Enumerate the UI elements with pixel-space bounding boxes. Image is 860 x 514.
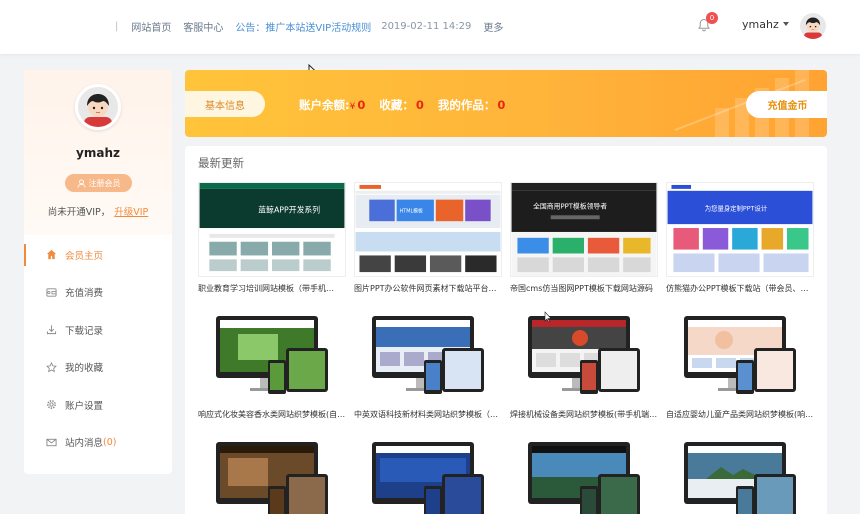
notice-date: 2019-02-11 14:29: [381, 21, 472, 32]
notice-link[interactable]: 公告：推广本站送VIP活动规则: [235, 19, 371, 34]
favorites-label: 收藏：: [379, 98, 414, 112]
wallet-icon: [46, 288, 57, 297]
works-value: 0: [497, 98, 506, 112]
template-title[interactable]: 帝国cms仿当图网PPT模板下载网站源码: [510, 283, 660, 294]
recharge-button[interactable]: 充值金币: [746, 91, 827, 118]
balance-label: 账户余额:: [299, 98, 350, 112]
template-title[interactable]: 响应式化妆美容香水类网站织梦模板(自…: [198, 409, 348, 420]
caret-down-icon: [782, 22, 789, 26]
top-bar: | 网站首页 客服中心 公告：推广本站送VIP活动规则 2019-02-11 1…: [0, 0, 860, 54]
user-menu-name: ymahz: [742, 18, 779, 31]
template-thumbnail[interactable]: [666, 434, 814, 514]
sidebar-item-label: 充值消费: [65, 288, 104, 300]
template-thumbnail[interactable]: HTML模板: [354, 182, 502, 277]
sidebar: ymahz 注册会员 尚未开通VIP， 升级VIP 会员主页 充值消费 下载记录 …: [24, 70, 172, 474]
sidebar-item-label: 我的收藏: [65, 363, 104, 375]
template-thumbnail[interactable]: [510, 434, 658, 514]
thumb-caption: 蓝鲸APP开发系列: [258, 204, 320, 214]
template-thumbnail[interactable]: 为您量身定制PPT设计: [666, 182, 814, 277]
template-thumbnail[interactable]: [354, 434, 502, 514]
sidebar-item-label: 站内消息: [65, 438, 104, 450]
home-icon: [46, 250, 57, 260]
template-thumbnail[interactable]: 蓝鲸APP开发系列: [198, 182, 346, 277]
currency-symbol: ¥: [349, 102, 356, 112]
works-label: 我的作品：: [437, 98, 496, 112]
thumb-caption: HTML模板: [400, 207, 423, 214]
notification-badge: 0: [706, 12, 718, 24]
favorites-stat: 收藏： 0: [379, 97, 424, 113]
user-menu[interactable]: ymahz: [742, 18, 789, 31]
sidebar-item-label: 下载记录: [65, 325, 104, 337]
template-thumbnail[interactable]: [198, 434, 346, 514]
message-count: (0): [103, 436, 117, 448]
upgrade-vip-link[interactable]: 升级VIP: [114, 207, 148, 218]
sidebar-item-recharge[interactable]: 充值消费: [24, 274, 172, 312]
mail-icon: [46, 438, 57, 446]
template-thumbnail[interactable]: [354, 308, 502, 403]
user-icon: [76, 178, 86, 188]
latest-section: 最新更新 蓝鲸APP开发系列 职业教育学习培训网站模板（带手机… HTML模板 …: [185, 146, 827, 514]
template-title[interactable]: 中英双语科技新材料类网站织梦模板（…: [354, 409, 504, 420]
works-stat: 我的作品： 0: [438, 97, 506, 113]
account-banner: 基本信息 账户余额:¥ 0 收藏： 0 我的作品： 0 充值金币: [185, 70, 827, 137]
template-title[interactable]: 图片PPT办公软件网页素材下载站平台…: [354, 283, 504, 294]
thumb-caption: 全国商用PPT模板领导者: [533, 201, 607, 210]
sidebar-item-label: 账户设置: [65, 400, 104, 412]
nav-home-link[interactable]: 网站首页: [131, 19, 171, 34]
register-member-button[interactable]: 注册会员: [65, 174, 132, 192]
profile-avatar: [75, 84, 121, 130]
thumb-caption: 为您量身定制PPT设计: [705, 203, 768, 212]
balance-value: 0: [357, 98, 366, 112]
avatar[interactable]: [800, 13, 826, 39]
main-panel: 基本信息 账户余额:¥ 0 收藏： 0 我的作品： 0 充值金币 最新更新 蓝鲸APP…: [185, 70, 827, 514]
favorites-value: 0: [415, 98, 424, 112]
template-thumbnail[interactable]: [666, 308, 814, 403]
balance-stat: 账户余额:¥ 0: [299, 97, 365, 113]
profile-name: ymahz: [76, 146, 120, 160]
template-title[interactable]: 仿熊猫办公PPT模板下载站（带会员、…: [666, 283, 816, 294]
nav-service-link[interactable]: 客服中心: [183, 19, 223, 34]
sidebar-item-favorites[interactable]: 我的收藏: [24, 349, 172, 387]
sidebar-item-settings[interactable]: 账户设置: [24, 386, 172, 424]
profile-card: ymahz 注册会员 尚未开通VIP， 升级VIP: [24, 70, 172, 235]
template-title[interactable]: 焊接机械设备类网站织梦模板(带手机端…: [510, 409, 660, 420]
template-thumbnail[interactable]: 全国商用PPT模板领导者: [510, 182, 658, 277]
basic-info-tab[interactable]: 基本信息: [185, 91, 265, 117]
download-icon: [46, 325, 57, 335]
section-title: 最新更新: [198, 156, 244, 170]
sidebar-item-downloads[interactable]: 下载记录: [24, 311, 172, 349]
template-thumbnail[interactable]: [510, 308, 658, 403]
sidebar-item-messages[interactable]: 站内消息 (0): [24, 424, 172, 462]
more-link[interactable]: 更多: [483, 19, 503, 34]
top-nav: | 网站首页 客服中心 公告：推广本站送VIP活动规则 2019-02-11 1…: [115, 19, 515, 34]
vip-status-text: 尚未开通VIP，: [47, 207, 111, 218]
sidebar-menu: 会员主页 充值消费 下载记录 我的收藏 账户设置 站内消息 (0): [24, 236, 172, 461]
account-stats: 账户余额:¥ 0 收藏： 0 我的作品： 0: [299, 97, 505, 113]
star-icon: [46, 361, 57, 373]
gear-icon: [47, 400, 56, 410]
nav-separator: |: [115, 21, 119, 32]
template-title[interactable]: 自适应婴幼儿童产品类网站织梦模板(响…: [666, 409, 816, 420]
template-thumbnail[interactable]: [198, 308, 346, 403]
sidebar-item-home[interactable]: 会员主页: [24, 236, 172, 274]
register-member-label: 注册会员: [88, 178, 121, 188]
vip-status: 尚未开通VIP， 升级VIP: [24, 204, 172, 218]
template-title[interactable]: 职业教育学习培训网站模板（带手机…: [198, 283, 348, 294]
sidebar-item-label: 会员主页: [65, 250, 104, 262]
